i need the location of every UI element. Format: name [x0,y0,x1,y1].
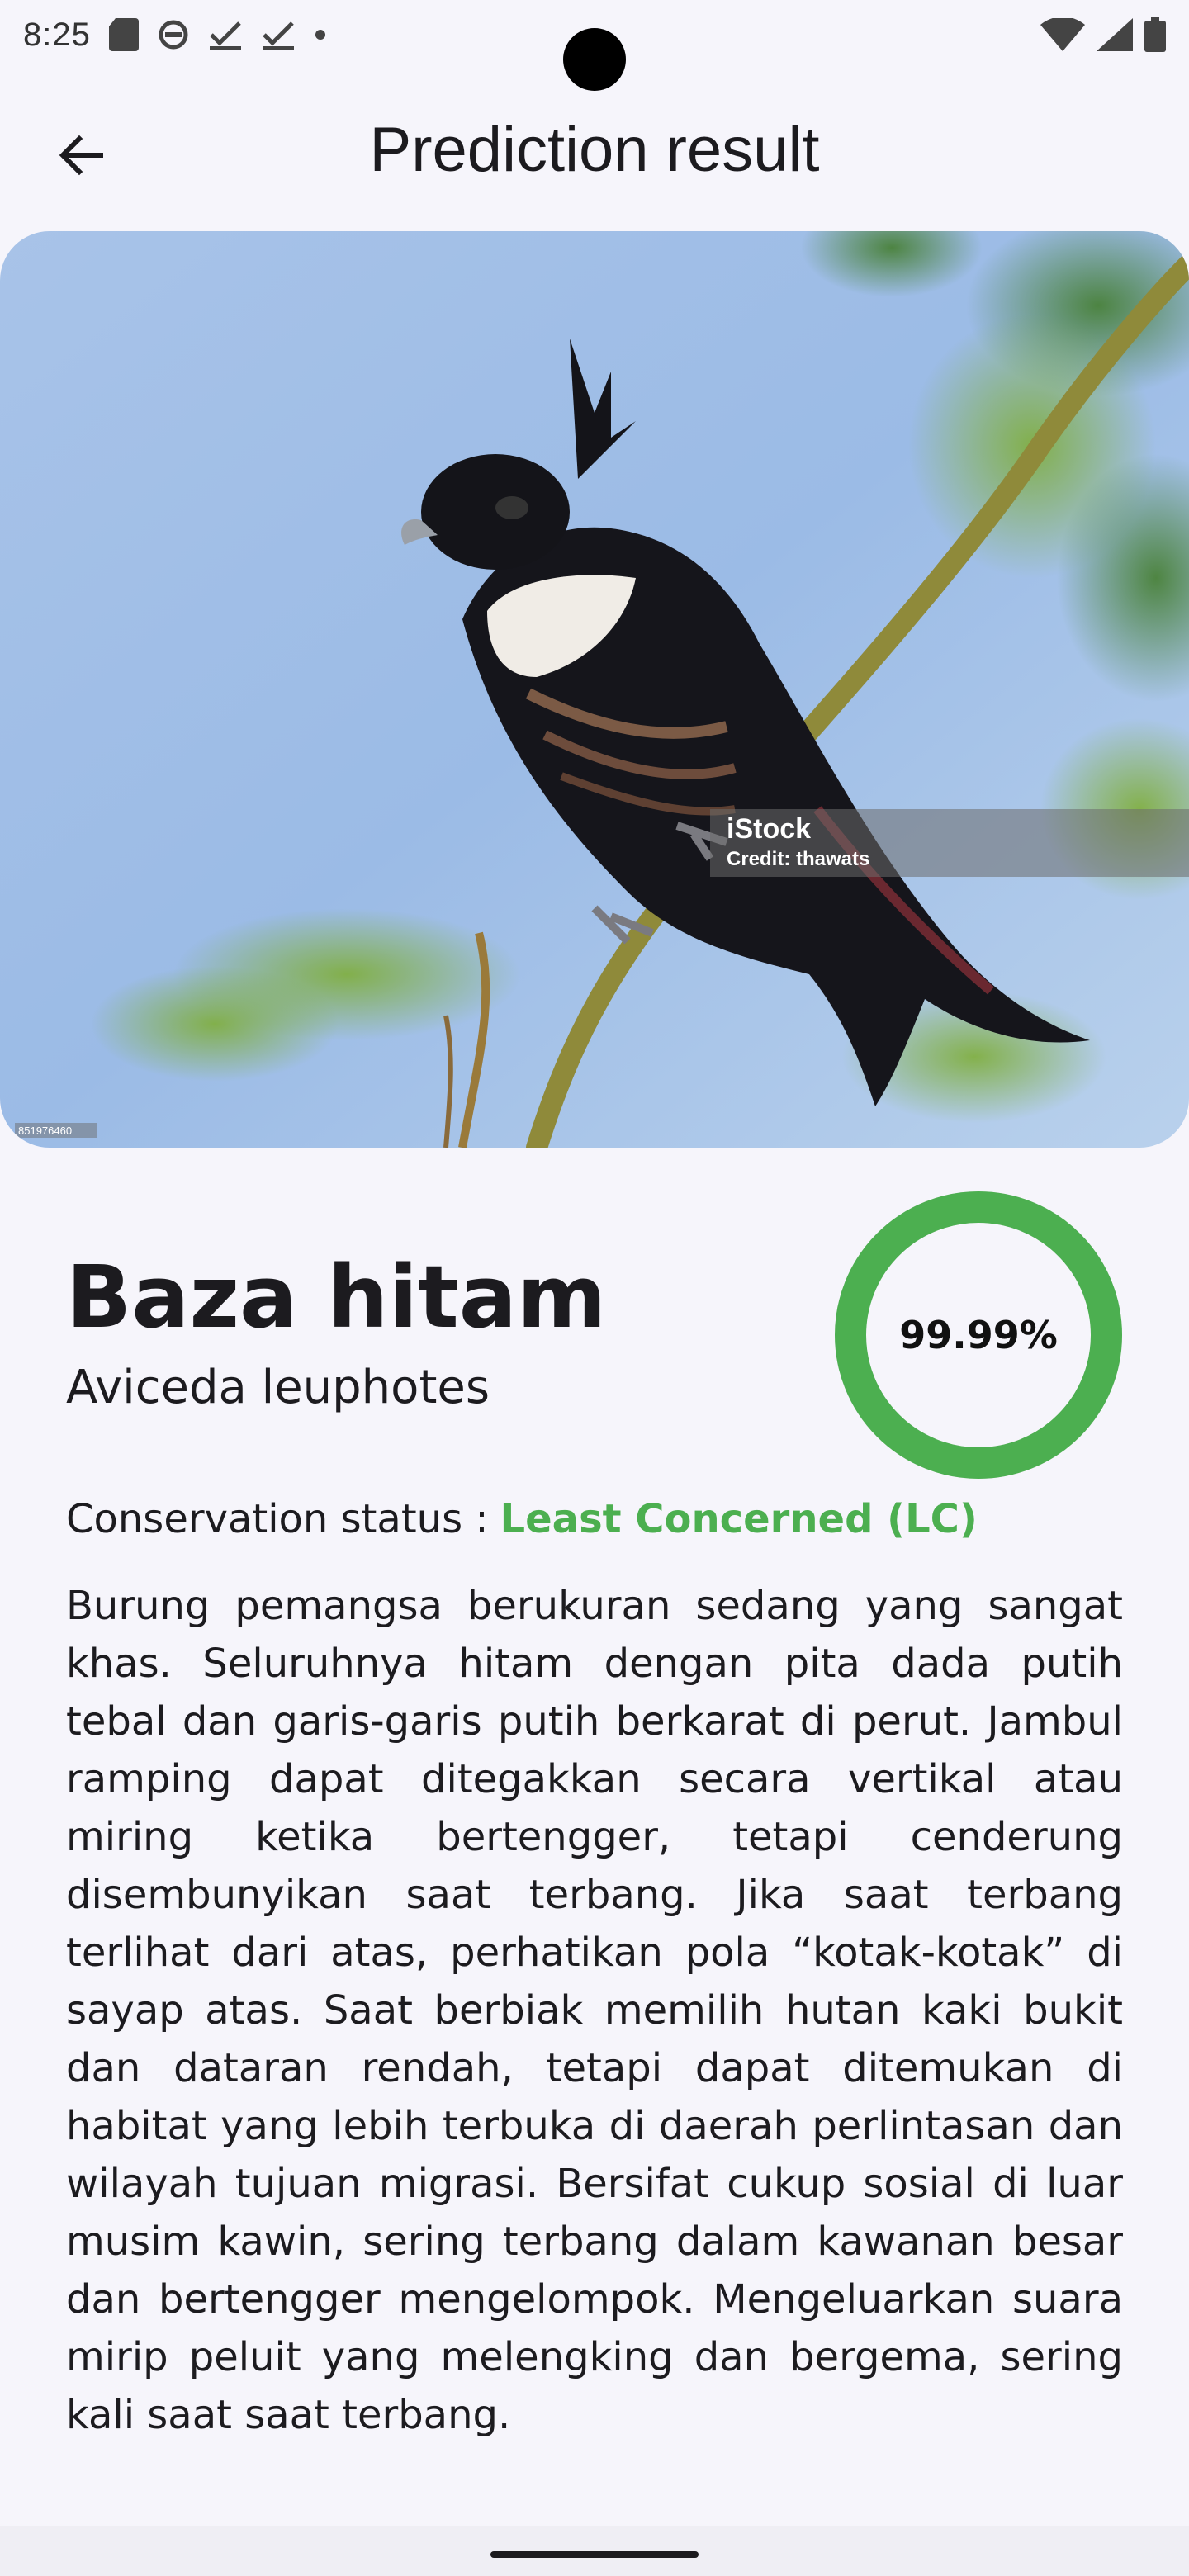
home-gesture-handle[interactable] [490,2551,699,2558]
status-right [1040,17,1166,52]
camera-cutout [563,28,626,91]
app-notification-icon [159,20,188,50]
scientific-name: Aviceda leuphotes [66,1361,490,1414]
cell-signal-icon [1097,18,1133,51]
sd-card-icon [108,18,139,51]
page-title: Prediction result [369,115,820,185]
conservation-status: Conservation status : Least Concerned (LC… [66,1496,978,1542]
check-download-icon [262,21,294,50]
bird-photo-illustration: iStock Credit: thawats 851976460 [0,231,1189,1148]
app-bar: Prediction result [0,99,1189,206]
battery-icon [1144,17,1166,52]
bird-photo: iStock Credit: thawats 851976460 [0,231,1189,1148]
conservation-value: Least Concerned (LC) [500,1496,978,1542]
watermark-brand: iStock [727,813,811,845]
watermark-credit: Credit: thawats [727,848,869,870]
wifi-icon [1040,18,1085,51]
confidence-label: 99.99% [899,1313,1058,1357]
status-left: 8:25 [23,17,327,54]
image-id: 851976460 [18,1125,72,1137]
common-name: Baza hitam [66,1247,607,1347]
more-notifications-dot-icon [315,30,325,40]
status-time: 8:25 [23,16,91,53]
species-description: Burung pemangsa berukuran sedang yang sa… [66,1583,1123,2438]
conservation-label: Conservation status : [66,1496,489,1542]
check-download-icon [209,21,241,50]
